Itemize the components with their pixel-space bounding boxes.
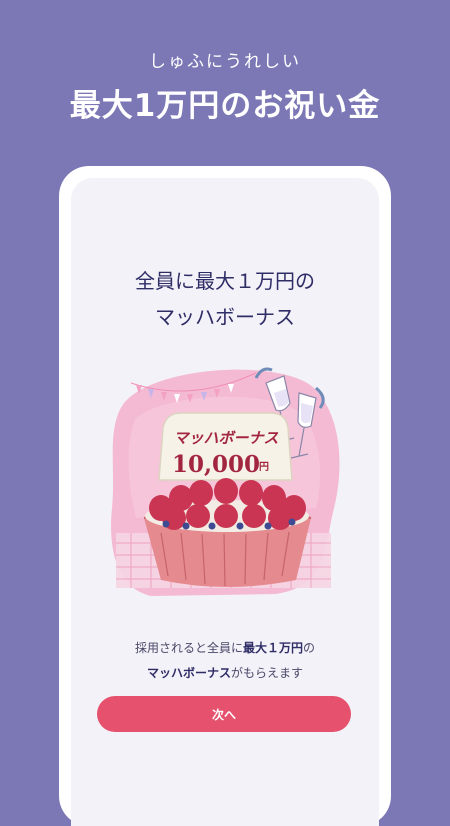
bonus-cake-illustration: マッハボーナス 10,000 円 xyxy=(111,367,340,596)
header-subtitle: しゅふにうれしい xyxy=(149,52,301,72)
desc-line-1-post: の xyxy=(303,641,316,655)
phone-frame: 全員に最大１万円の マッハボーナス マッハボーナス 10,000 円 採用される… xyxy=(59,166,391,826)
headline-line-2: マッハボーナス xyxy=(155,305,295,329)
sign-unit-text: 円 xyxy=(259,461,269,473)
phone-screen: 全員に最大１万円の マッハボーナス マッハボーナス 10,000 円 採用される… xyxy=(71,178,379,826)
card-headline: 全員に最大１万円の マッハボーナス xyxy=(71,263,379,335)
desc-line-1-bold: 最大１万円 xyxy=(242,641,303,655)
card-description: 採用されると全員に最大１万円の マッハボーナスがもらえます xyxy=(71,636,379,686)
header-title: 最大1万円のお祝い金 xyxy=(69,88,381,124)
sign-amount-text: 10,000 xyxy=(172,451,260,478)
next-button[interactable]: 次へ xyxy=(97,696,351,732)
desc-line-1: 採用されると全員に最大１万円の xyxy=(71,636,379,661)
desc-line-2-post: がもらえます xyxy=(231,666,304,680)
sign-title-text: マッハボーナス xyxy=(173,429,278,447)
desc-line-2: マッハボーナスがもらえます xyxy=(71,661,379,686)
headline-line-1: 全員に最大１万円の xyxy=(135,269,315,293)
desc-line-2-bold: マッハボーナス xyxy=(146,666,231,680)
desc-line-1-pre: 採用されると全員に xyxy=(134,641,243,655)
